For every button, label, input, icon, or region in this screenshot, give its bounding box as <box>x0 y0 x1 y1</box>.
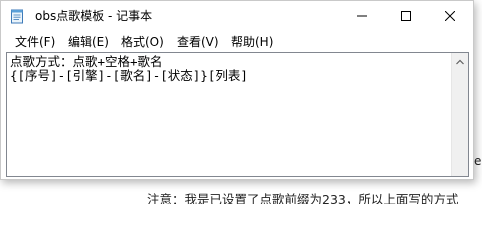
menu-file[interactable]: 文件(F) <box>15 33 55 50</box>
menu-help[interactable]: 帮助(H) <box>231 33 273 50</box>
background-document: 注意：我是已设置了点歌前缀为233，所以上面写的方式 <box>0 180 482 204</box>
menu-bar: 文件(F) 编辑(E) 格式(O) 查看(V) 帮助(H) <box>1 31 473 51</box>
maximize-button[interactable] <box>384 1 428 31</box>
title-bar[interactable]: obs点歌模板 - 记事本 <box>1 1 473 31</box>
menu-format[interactable]: 格式(O) <box>121 33 164 50</box>
text-editor[interactable]: 点歌方式：点歌+空格+歌名 {[序号]-[引擎]-[歌名]-[状态]}[列表] <box>6 52 469 177</box>
background-window-edge: e <box>474 152 482 180</box>
notepad-window: obs点歌模板 - 记事本 文件(F) 编辑(E) 格式(O) 查看(V) 帮助… <box>0 0 474 180</box>
maximize-icon <box>401 11 411 21</box>
minimize-button[interactable] <box>340 1 384 31</box>
menu-view[interactable]: 查看(V) <box>177 33 219 50</box>
close-icon <box>445 11 455 21</box>
vertical-scrollbar[interactable] <box>451 53 468 176</box>
editor-content[interactable]: 点歌方式：点歌+空格+歌名 {[序号]-[引擎]-[歌名]-[状态]}[列表] <box>10 55 450 83</box>
window-title: obs点歌模板 - 记事本 <box>35 9 153 23</box>
close-button[interactable] <box>428 1 472 31</box>
menu-edit[interactable]: 编辑(E) <box>68 33 109 50</box>
background-edge-text: e <box>474 154 482 168</box>
notepad-icon <box>11 9 23 24</box>
background-document-text: 注意：我是已设置了点歌前缀为233，所以上面写的方式 <box>147 192 459 204</box>
chevron-up-icon[interactable] <box>456 59 464 65</box>
minimize-icon <box>357 15 367 17</box>
